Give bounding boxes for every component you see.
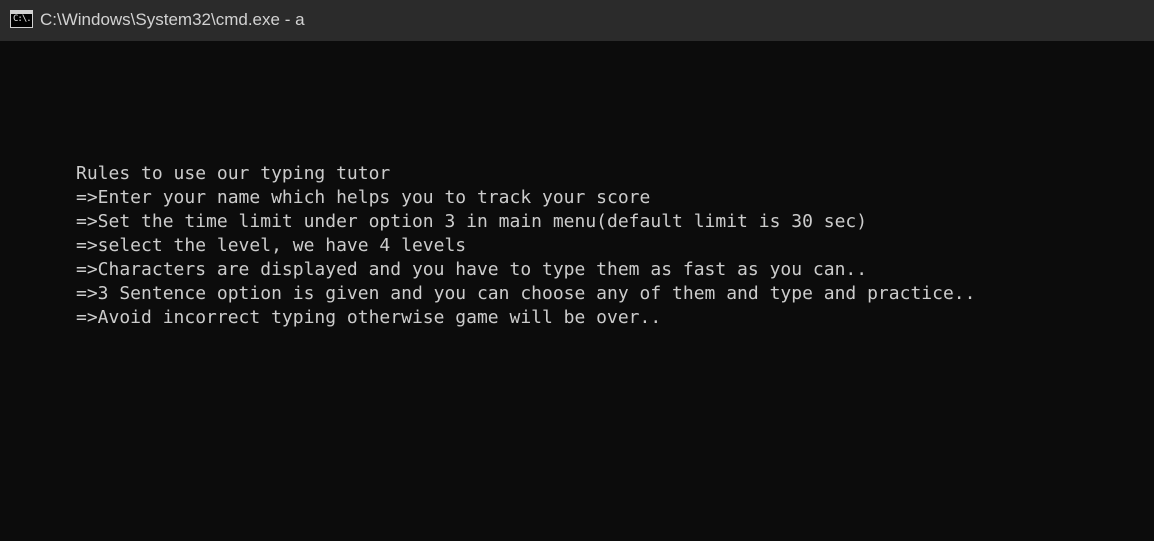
console-window: C:\. C:\Windows\System32\cmd.exe - a Rul… xyxy=(0,0,1154,541)
cmd-icon[interactable]: C:\. xyxy=(10,10,33,28)
cmd-icon-glyph: C:\. xyxy=(13,14,32,24)
console-line: =>Enter your name which helps you to tra… xyxy=(76,187,651,208)
console-line: =>Set the time limit under option 3 in m… xyxy=(76,211,868,232)
console-line: =>Avoid incorrect typing otherwise game … xyxy=(76,307,662,328)
console-line: =>3 Sentence option is given and you can… xyxy=(76,283,976,304)
console-line: =>select the level, we have 4 levels xyxy=(76,235,467,256)
title-bar[interactable]: C:\. C:\Windows\System32\cmd.exe - a xyxy=(0,0,1154,41)
console-output: Rules to use our typing tutor =>Enter yo… xyxy=(76,162,975,330)
console-line: =>Characters are displayed and you have … xyxy=(76,259,868,280)
window-title: C:\Windows\System32\cmd.exe - a xyxy=(40,10,305,29)
console-line-rules-heading: Rules to use our typing tutor xyxy=(76,163,391,184)
console-area[interactable]: Rules to use our typing tutor =>Enter yo… xyxy=(0,41,1154,541)
